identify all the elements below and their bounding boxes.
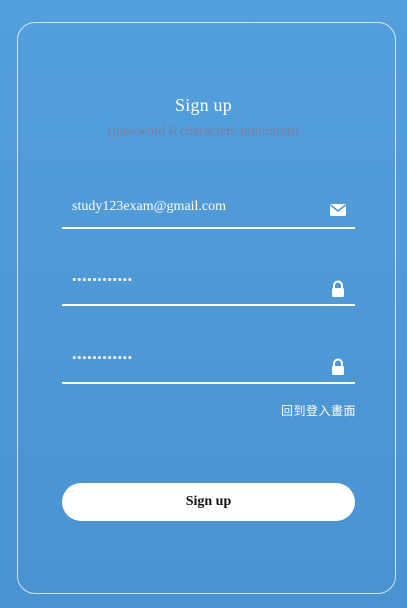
password-field[interactable] xyxy=(72,268,312,292)
envelope-icon xyxy=(330,204,346,216)
form-subtitle: (password 6 characters minimum) xyxy=(108,124,299,139)
back-to-login-link[interactable]: 回到登入畫面 xyxy=(281,402,356,419)
confirm-password-field[interactable] xyxy=(72,346,312,370)
signup-panel: Sign up (password 6 characters minimum) … xyxy=(0,0,407,608)
lock-icon xyxy=(332,280,344,297)
lock-icon xyxy=(332,358,344,375)
email-field-group xyxy=(62,195,355,229)
password-field-group xyxy=(62,268,355,306)
email-field[interactable] xyxy=(72,195,312,219)
confirm-password-field-group xyxy=(62,346,355,384)
signup-button[interactable]: Sign up xyxy=(62,483,355,521)
form-title: Sign up xyxy=(175,95,232,115)
